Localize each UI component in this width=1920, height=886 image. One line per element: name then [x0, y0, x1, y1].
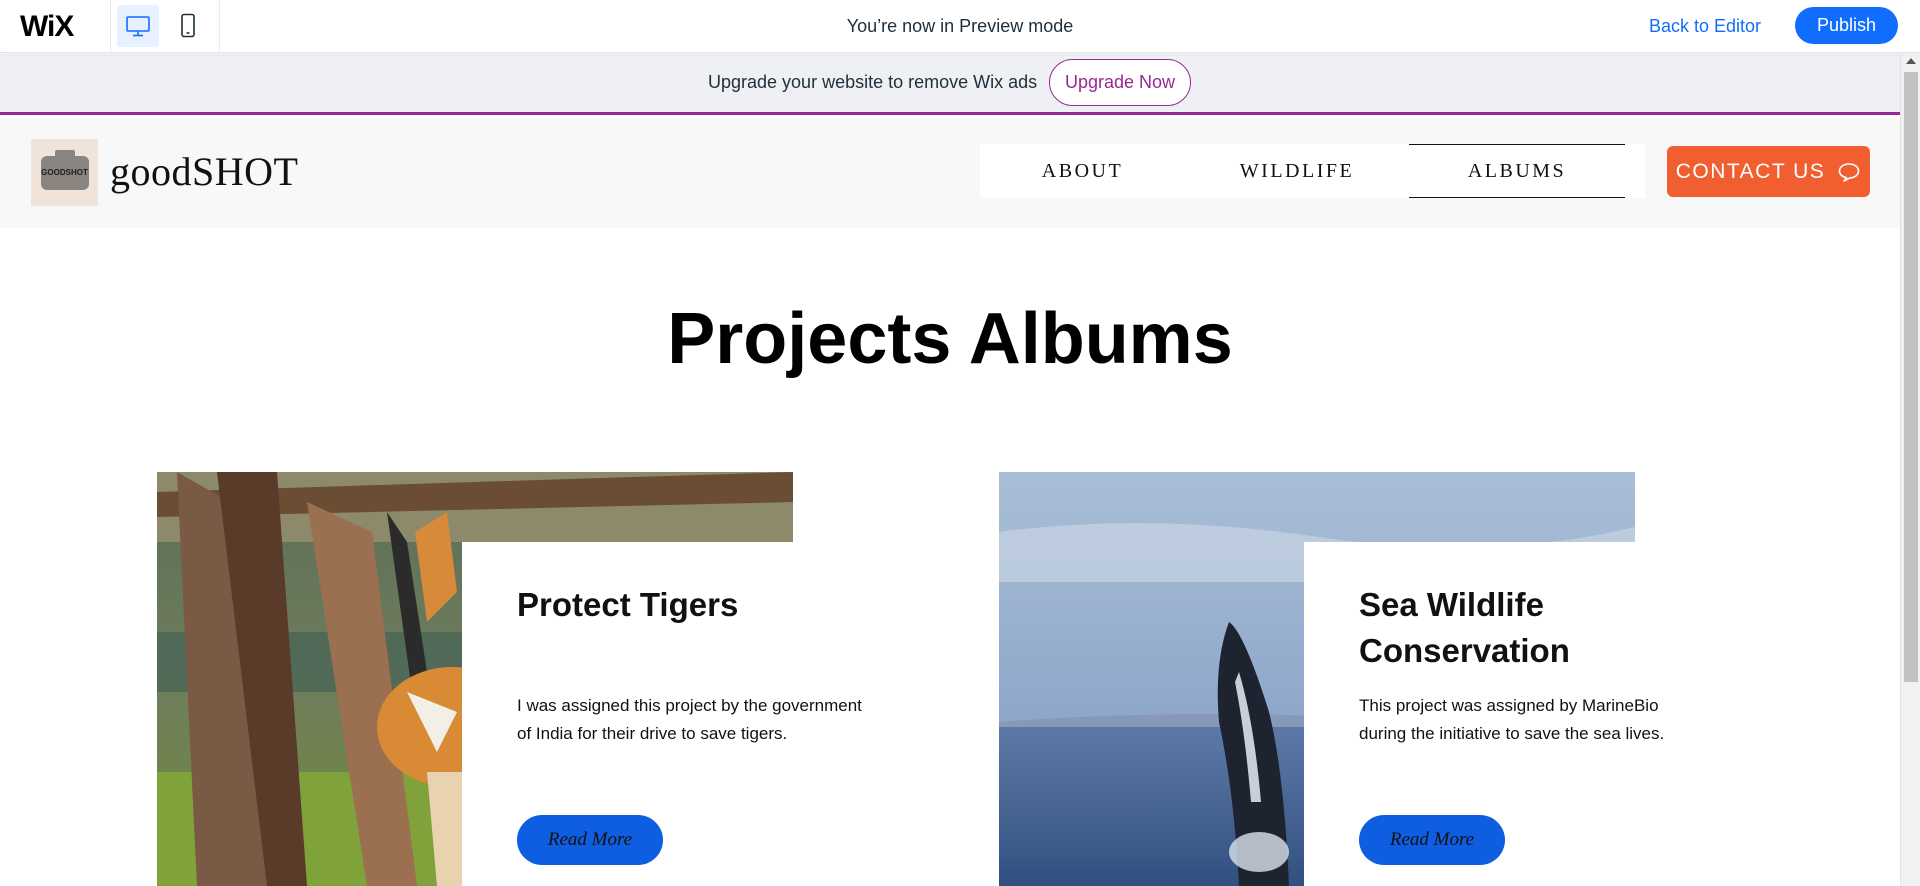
- mobile-view-button[interactable]: [167, 5, 209, 47]
- card-title: Sea Wildlife Conservation: [1359, 586, 1570, 669]
- page-title: Projects Albums: [667, 299, 1233, 379]
- nav-item-about[interactable]: ABOUT: [980, 144, 1185, 198]
- read-more-button[interactable]: Read More: [1359, 815, 1505, 865]
- card-description: I was assigned this project by the gover…: [517, 696, 862, 743]
- wix-ads-banner: Upgrade your website to remove Wix ads U…: [0, 54, 1900, 115]
- preview-toolbar: WiX You’re now in Preview mode Back to E…: [0, 0, 1920, 53]
- site-header: GOODSHOT goodSHOT ABOUT WILDLIFE ALBUMS …: [0, 118, 1900, 228]
- read-more-button[interactable]: Read More: [517, 815, 663, 865]
- preview-mode-label: You’re now in Preview mode: [846, 16, 1074, 36]
- desktop-icon: [126, 16, 150, 37]
- camera-icon: GOODSHOT: [40, 149, 89, 190]
- site-name[interactable]: goodSHOT: [110, 148, 298, 195]
- sea-wildlife-card: Sea Wildlife Conservation This project w…: [1304, 542, 1704, 886]
- publish-button[interactable]: Publish: [1795, 7, 1898, 44]
- card-description: This project was assigned by MarineBio d…: [1359, 696, 1665, 743]
- site-logo[interactable]: GOODSHOT: [31, 139, 98, 206]
- back-to-editor-link[interactable]: Back to Editor: [1649, 16, 1761, 37]
- scrollbar-thumb[interactable]: [1904, 72, 1918, 682]
- logo-text: GOODSHOT: [41, 168, 88, 177]
- nav-item-albums[interactable]: ALBUMS: [1409, 144, 1625, 198]
- page-scrollbar[interactable]: [1900, 54, 1920, 886]
- mobile-icon: [181, 13, 195, 38]
- card-title: Protect Tigers: [517, 586, 739, 623]
- chat-bubble-icon: [1838, 162, 1860, 182]
- tiger-card: Protect Tigers I was assigned this proje…: [462, 542, 862, 886]
- upgrade-now-button[interactable]: Upgrade Now: [1049, 59, 1191, 106]
- contact-us-label: CONTACT US: [1675, 159, 1826, 183]
- contact-us-button[interactable]: CONTACT US: [1667, 146, 1870, 197]
- device-switcher: [110, 0, 220, 53]
- nav-item-wildlife[interactable]: WILDLIFE: [1185, 144, 1409, 198]
- scroll-up-arrow-icon[interactable]: [1906, 58, 1916, 64]
- wix-logo[interactable]: WiX: [20, 10, 74, 44]
- main-navigation: ABOUT WILDLIFE ALBUMS: [980, 144, 1645, 198]
- desktop-view-button[interactable]: [117, 5, 159, 47]
- ads-message: Upgrade your website to remove Wix ads: [708, 72, 1038, 92]
